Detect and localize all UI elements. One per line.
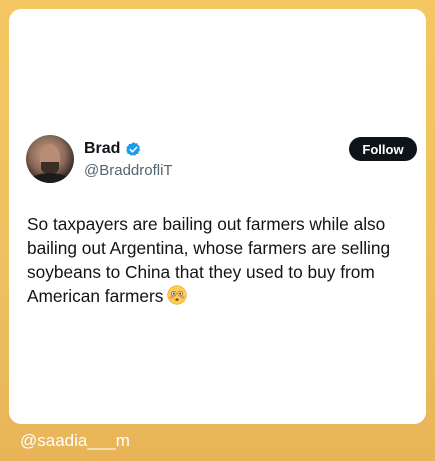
avatar-shoulders bbox=[30, 173, 70, 183]
tweet-line-4: American farmers bbox=[27, 286, 164, 306]
avatar[interactable] bbox=[26, 135, 74, 183]
author-handle[interactable]: @BraddrofliT bbox=[84, 162, 173, 179]
author-row: Brad bbox=[84, 140, 142, 158]
tweet-line-2: bailing out Argentina, whose farmers are… bbox=[27, 238, 391, 258]
tweet-text: So taxpayers are bailing out farmers whi… bbox=[27, 212, 429, 308]
flushed-face-icon bbox=[167, 285, 187, 305]
author-name[interactable]: Brad bbox=[84, 140, 120, 158]
watermark: @saadia___m bbox=[20, 431, 130, 450]
tweet-card: Brad @BraddrofliT Follow So taxpayers ar… bbox=[9, 9, 426, 424]
verified-badge-icon bbox=[126, 141, 141, 156]
tweet-line-1: So taxpayers are bailing out farmers whi… bbox=[27, 214, 386, 234]
follow-button[interactable]: Follow bbox=[349, 137, 417, 161]
tweet-line-3: soybeans to China that they used to buy … bbox=[27, 262, 375, 282]
